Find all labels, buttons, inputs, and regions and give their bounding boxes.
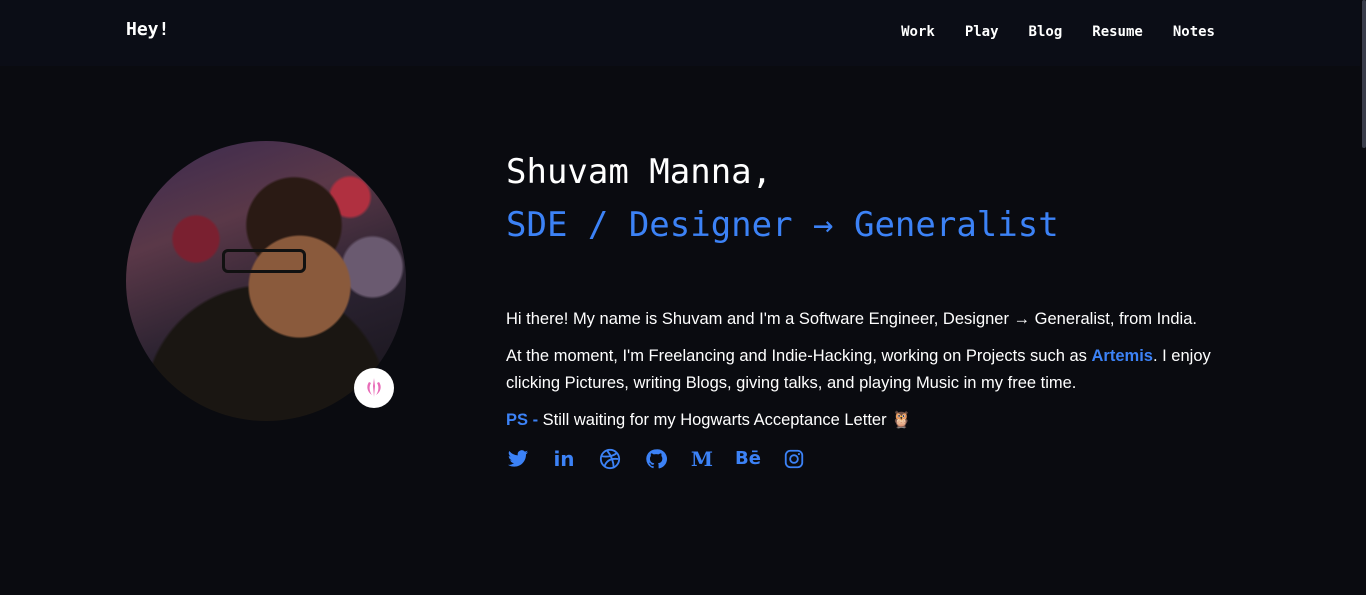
twitter-icon[interactable] [506,447,530,471]
brand-logo[interactable]: Hey! [126,19,169,40]
avatar-glasses [222,249,306,273]
bio-current-work: At the moment, I'm Freelancing and Indie… [506,343,1246,397]
jedi-symbol-icon [367,378,381,397]
ps-text: Still waiting for my Hogwarts Acceptance… [538,411,912,429]
artemis-link[interactable]: Artemis [1092,347,1153,365]
linkedin-label: in [553,447,575,471]
top-navbar: Hey! Work Play Blog Resume Notes [0,0,1360,66]
ps-label: PS - [506,411,539,429]
linkedin-icon[interactable]: in [552,447,576,471]
bio-section: Hi there! My name is Shuvam and I'm a So… [506,306,1246,444]
bio-current-text: At the moment, I'm Freelancing and Indie… [506,347,1092,365]
hero-name: Shuvam Manna, [506,152,773,192]
github-icon[interactable] [644,447,668,471]
nav-links: Work Play Blog Resume Notes [871,24,1215,40]
page: Hey! Work Play Blog Resume Notes Shuvam … [0,0,1366,595]
nav-link-play[interactable]: Play [965,24,999,40]
instagram-icon[interactable] [782,447,806,471]
social-links: in M Bē [506,447,828,471]
scrollbar-thumb[interactable] [1362,0,1366,148]
medium-label: M [690,447,714,471]
bio-intro: Hi there! My name is Shuvam and I'm a So… [506,310,1197,328]
behance-label: Bē [735,448,761,469]
medium-icon[interactable]: M [690,447,714,471]
nav-link-blog[interactable]: Blog [1029,24,1063,40]
nav-link-notes[interactable]: Notes [1173,24,1215,40]
jedi-badge-icon [354,368,394,408]
hero-role: SDE / Designer → Generalist [506,205,1059,245]
scrollbar[interactable] [1360,0,1366,595]
bio-ps: PS - Still waiting for my Hogwarts Accep… [506,407,1246,434]
dribbble-icon[interactable] [598,447,622,471]
nav-link-work[interactable]: Work [901,24,935,40]
nav-link-resume[interactable]: Resume [1092,24,1143,40]
behance-icon[interactable]: Bē [735,447,761,471]
